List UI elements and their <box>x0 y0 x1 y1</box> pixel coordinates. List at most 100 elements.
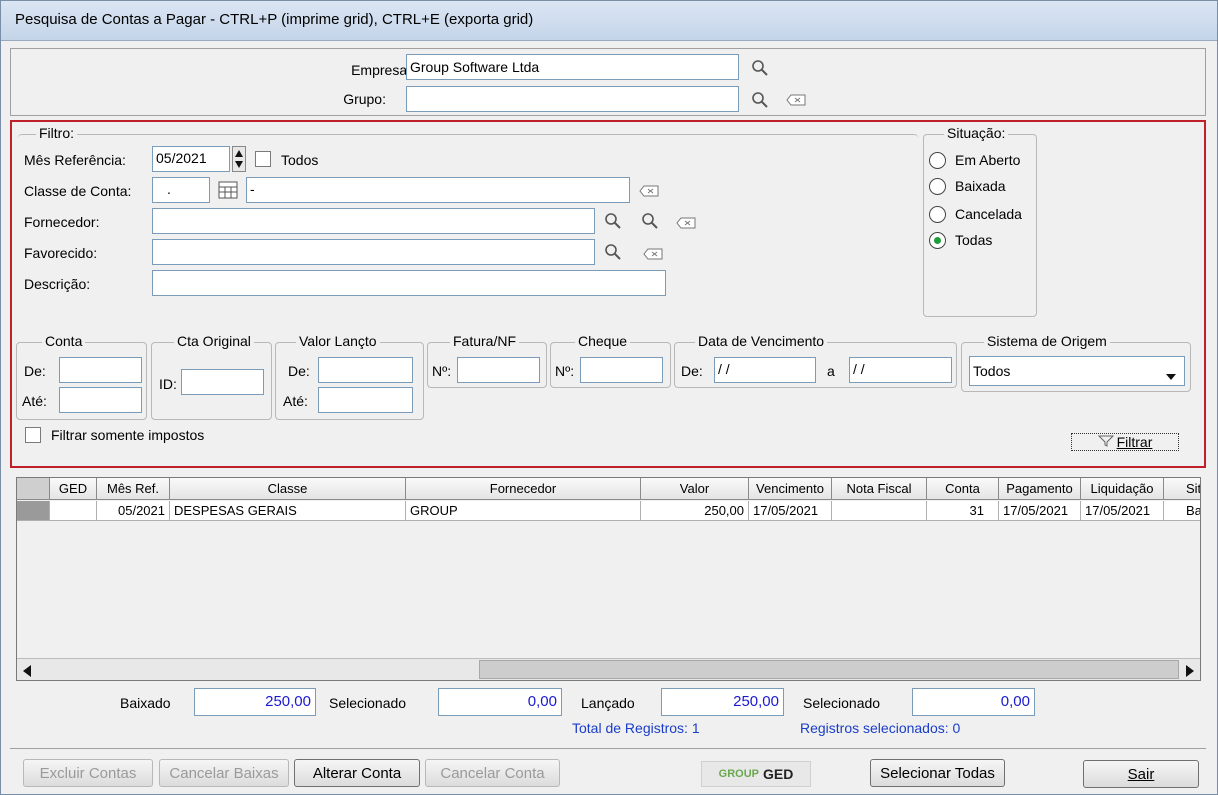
grupo-field[interactable] <box>406 86 739 112</box>
table-cell[interactable]: 05/2021 <box>97 501 170 521</box>
grupo-clear-icon[interactable] <box>785 89 807 111</box>
grid-header-valor[interactable]: Valor <box>641 478 749 500</box>
filtrar-button-label: Filtrar <box>1116 434 1153 450</box>
valor-ate-field[interactable] <box>318 387 413 413</box>
classe-label: Classe de Conta: <box>24 183 132 199</box>
grid-header-classe[interactable]: Classe <box>170 478 406 500</box>
favorecido-search-icon[interactable] <box>602 241 624 263</box>
conta-de-label: De: <box>24 363 46 379</box>
results-grid[interactable]: GED Mês Ref. Classe Fornecedor Valor Ven… <box>16 477 1201 681</box>
grid-row-selector-header <box>17 478 50 500</box>
scroll-right-icon[interactable] <box>1186 664 1194 680</box>
descricao-field[interactable] <box>152 270 666 296</box>
excluir-contas-button[interactable]: Excluir Contas <box>23 759 153 787</box>
empresa-field[interactable]: Group Software Ltda <box>406 54 739 80</box>
filtro-title: Filtro: <box>36 125 77 141</box>
sistema-select[interactable]: Todos <box>969 356 1185 386</box>
sistema-title: Sistema de Origem <box>984 333 1110 349</box>
valor-de-field[interactable] <box>318 357 413 383</box>
grid-row-selector[interactable] <box>17 501 50 521</box>
table-cell[interactable] <box>50 501 97 521</box>
grid-header-sit[interactable]: Sit <box>1164 478 1200 500</box>
cta-original-id-field[interactable] <box>181 369 264 395</box>
favorecido-field[interactable] <box>152 239 595 265</box>
situacao-title: Situação: <box>944 125 1009 141</box>
table-cell[interactable]: 17/05/2021 <box>999 501 1081 521</box>
window: Pesquisa de Contas a Pagar - CTRL+P (imp… <box>0 0 1218 795</box>
scroll-left-icon[interactable] <box>23 664 31 680</box>
vencimento-a-field[interactable]: / / <box>849 357 952 383</box>
radio-cancelada-label: Cancelada <box>955 206 1022 222</box>
company-panel: Empresa: Group Software Ltda Grupo: <box>10 48 1206 116</box>
table-cell[interactable] <box>832 501 927 521</box>
mes-ref-spinner[interactable] <box>232 146 246 172</box>
scrollbar-thumb[interactable] <box>479 660 1179 679</box>
logo-group-text: GROUP <box>718 768 759 780</box>
grid-header-fornecedor[interactable]: Fornecedor <box>406 478 641 500</box>
empresa-label: Empresa: <box>351 62 411 78</box>
sair-button[interactable]: Sair <box>1083 760 1199 788</box>
grupo-search-icon[interactable] <box>749 89 771 111</box>
calculator-icon[interactable] <box>217 179 239 201</box>
conta-ate-field[interactable] <box>59 387 142 413</box>
fatura-field[interactable] <box>457 357 540 383</box>
fornecedor-search-icon[interactable] <box>602 210 624 232</box>
group-ged-logo[interactable]: GROUP GED <box>701 761 811 787</box>
cancelar-baixas-button[interactable]: Cancelar Baixas <box>159 759 289 787</box>
grid-header-liquidacao[interactable]: Liquidação <box>1081 478 1164 500</box>
radio-todas[interactable] <box>929 232 946 249</box>
classe-clear-icon[interactable] <box>638 180 660 202</box>
table-cell[interactable]: 17/05/2021 <box>1081 501 1164 521</box>
table-cell[interactable]: DESPESAS GERAIS <box>170 501 406 521</box>
fornecedor-field[interactable] <box>152 208 595 234</box>
table-cell[interactable]: GROUP <box>406 501 641 521</box>
fatura-title: Fatura/NF <box>450 333 520 349</box>
classe-code-field[interactable]: . <box>152 177 210 203</box>
radio-em-aberto-label: Em Aberto <box>955 152 1021 168</box>
grupo-label: Grupo: <box>343 91 386 107</box>
funnel-icon <box>1097 434 1114 450</box>
fornecedor-clear-icon[interactable] <box>675 212 697 234</box>
grid-header-conta[interactable]: Conta <box>927 478 999 500</box>
mes-ref-field[interactable]: 05/2021 <box>152 146 230 172</box>
alterar-conta-button[interactable]: Alterar Conta <box>294 759 420 787</box>
valor-lancto-group: Valor Lançto De: Até: <box>275 333 424 420</box>
cancelar-conta-button[interactable]: Cancelar Conta <box>425 759 560 787</box>
classe-desc-field[interactable]: - <box>246 177 630 203</box>
vencimento-de-field[interactable]: / / <box>714 357 816 383</box>
conta-de-field[interactable] <box>59 357 142 383</box>
todos-checkbox[interactable] <box>255 151 271 167</box>
grid-header-mes-ref[interactable]: Mês Ref. <box>97 478 170 500</box>
mes-ref-label: Mês Referência: <box>24 152 126 168</box>
cheque-title: Cheque <box>575 333 631 349</box>
conta-group: Conta De: Até: <box>16 333 147 420</box>
table-cell[interactable]: Ba <box>1164 501 1200 521</box>
selecionar-todas-button[interactable]: Selecionar Todas <box>870 759 1005 787</box>
fatura-no-label: Nº: <box>432 363 452 379</box>
radio-cancelada[interactable] <box>929 206 946 223</box>
grid-header-pagamento[interactable]: Pagamento <box>999 478 1081 500</box>
radio-em-aberto[interactable] <box>929 152 946 169</box>
grid-header-ged[interactable]: GED <box>50 478 97 500</box>
fornecedor-search2-icon[interactable] <box>639 210 661 232</box>
favorecido-clear-icon[interactable] <box>642 243 664 265</box>
grid-header-nota-fiscal[interactable]: Nota Fiscal <box>832 478 927 500</box>
empresa-search-icon[interactable] <box>749 57 771 79</box>
radio-baixada-label: Baixada <box>955 178 1006 194</box>
title-bar: Pesquisa de Contas a Pagar - CTRL+P (imp… <box>1 1 1217 41</box>
grid-header-vencimento[interactable]: Vencimento <box>749 478 832 500</box>
cheque-field[interactable] <box>580 357 663 383</box>
cheque-group: Cheque Nº: <box>550 333 671 388</box>
cta-original-title: Cta Original <box>174 333 254 349</box>
filtrar-button[interactable]: Filtrar <box>1071 433 1179 451</box>
table-cell[interactable]: 250,00 <box>641 501 749 521</box>
table-cell[interactable]: 31 <box>927 501 999 521</box>
favorecido-label: Favorecido: <box>24 245 98 261</box>
table-cell[interactable]: 17/05/2021 <box>749 501 832 521</box>
selecionado1-value: 0,00 <box>438 688 562 716</box>
baixado-label: Baixado <box>120 695 171 711</box>
horizontal-scrollbar[interactable] <box>17 658 1200 680</box>
radio-baixada[interactable] <box>929 178 946 195</box>
filtrar-impostos-checkbox[interactable] <box>25 427 41 443</box>
registros-selecionados: Registros selecionados: 0 <box>800 720 961 736</box>
